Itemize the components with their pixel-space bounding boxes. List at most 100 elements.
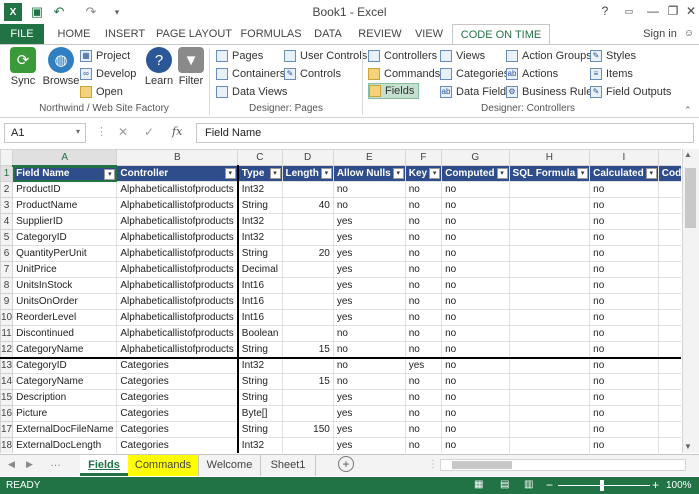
table-cell[interactable]: Int32 xyxy=(238,182,282,198)
table-cell[interactable]: no xyxy=(405,374,441,390)
tab-review[interactable]: REVIEW xyxy=(354,24,406,44)
data-fields-button[interactable]: abData Fields xyxy=(440,84,512,100)
table-cell[interactable]: Categories xyxy=(117,438,238,454)
table-cell[interactable]: CategoryID xyxy=(13,230,117,246)
table-cell[interactable] xyxy=(282,230,333,246)
sheet-tab-fields[interactable]: Fields xyxy=(80,455,128,476)
table-cell[interactable]: QuantityPerUnit xyxy=(13,246,117,262)
table-cell[interactable] xyxy=(282,326,333,342)
controls-button[interactable]: ✎Controls xyxy=(284,66,341,82)
table-cell[interactable]: no xyxy=(405,294,441,310)
table-cell[interactable] xyxy=(282,262,333,278)
table-cell[interactable]: String xyxy=(238,246,282,262)
filter-dropdown-icon[interactable]: ▾ xyxy=(393,168,404,179)
row-header[interactable]: 10 xyxy=(1,310,13,326)
row-header[interactable]: 11 xyxy=(1,326,13,342)
table-cell[interactable]: yes xyxy=(333,262,405,278)
styles-button[interactable]: ✎Styles xyxy=(590,48,636,64)
table-cell[interactable]: String xyxy=(238,342,282,358)
table-cell[interactable]: no xyxy=(442,390,509,406)
table-cell[interactable]: Int32 xyxy=(238,214,282,230)
table-cell[interactable]: no xyxy=(405,230,441,246)
table-cell[interactable]: no xyxy=(590,406,659,422)
filter-dropdown-icon[interactable]: ▾ xyxy=(321,168,332,179)
insert-function-icon[interactable]: fx xyxy=(172,125,182,138)
table-cell[interactable]: Discontinued xyxy=(13,326,117,342)
table-cell[interactable] xyxy=(509,406,590,422)
table-cell[interactable]: UnitPrice xyxy=(13,262,117,278)
name-box-dropdown-icon[interactable]: ▾ xyxy=(76,127,80,136)
column-header-b[interactable]: B xyxy=(117,150,238,166)
table-cell[interactable] xyxy=(658,374,681,390)
table-cell[interactable] xyxy=(509,358,590,374)
table-cell[interactable]: Alphabeticallistofproducts xyxy=(117,214,238,230)
filter-dropdown-icon[interactable]: ▾ xyxy=(429,168,440,179)
table-cell[interactable]: no xyxy=(590,246,659,262)
table-cell[interactable] xyxy=(509,422,590,438)
business-rules-button[interactable]: ⚙Business Rules xyxy=(506,84,598,100)
row-header[interactable]: 8 xyxy=(1,278,13,294)
table-cell[interactable]: no xyxy=(333,358,405,374)
data-views-button[interactable]: Data Views xyxy=(216,84,287,100)
table-cell[interactable] xyxy=(509,262,590,278)
table-cell[interactable]: ProductName xyxy=(13,198,117,214)
table-cell[interactable] xyxy=(509,246,590,262)
develop-button[interactable]: ∞Develop xyxy=(80,66,136,82)
collapse-ribbon-icon[interactable]: ⌃ xyxy=(684,105,692,116)
table-cell[interactable]: yes xyxy=(333,310,405,326)
table-cell[interactable]: Categories xyxy=(117,422,238,438)
table-header-cell[interactable]: Controller▾ xyxy=(117,166,238,182)
enter-icon[interactable]: ✓ xyxy=(144,125,154,139)
table-cell[interactable]: no xyxy=(590,182,659,198)
zoom-in-button[interactable]: + xyxy=(652,478,659,492)
project-button[interactable]: ▦Project xyxy=(80,48,130,64)
table-cell[interactable]: Int32 xyxy=(238,230,282,246)
table-cell[interactable]: no xyxy=(442,262,509,278)
browse-button[interactable]: ◍ Browse xyxy=(42,47,80,87)
table-header-cell[interactable]: Key▾ xyxy=(405,166,441,182)
table-cell[interactable] xyxy=(509,230,590,246)
table-cell[interactable] xyxy=(509,294,590,310)
table-cell[interactable] xyxy=(282,438,333,454)
tab-code-on-time[interactable]: CODE ON TIME xyxy=(452,24,550,45)
table-cell[interactable]: no xyxy=(333,182,405,198)
formula-input[interactable]: Field Name xyxy=(196,123,694,143)
table-cell[interactable]: no xyxy=(442,230,509,246)
table-cell[interactable]: no xyxy=(442,182,509,198)
close-button[interactable]: ✕ xyxy=(678,0,699,22)
table-cell[interactable]: no xyxy=(590,310,659,326)
table-cell[interactable]: no xyxy=(590,390,659,406)
table-cell[interactable] xyxy=(658,326,681,342)
table-cell[interactable] xyxy=(282,406,333,422)
table-cell[interactable]: Categories xyxy=(117,374,238,390)
table-cell[interactable]: Decimal xyxy=(238,262,282,278)
table-cell[interactable]: yes xyxy=(333,422,405,438)
table-cell[interactable]: no xyxy=(405,278,441,294)
row-header[interactable]: 2 xyxy=(1,182,13,198)
table-cell[interactable] xyxy=(282,182,333,198)
table-cell[interactable]: Alphabeticallistofproducts xyxy=(117,246,238,262)
row-header[interactable]: 18 xyxy=(1,438,13,454)
table-cell[interactable] xyxy=(658,438,681,454)
table-cell[interactable]: no xyxy=(405,406,441,422)
filter-dropdown-icon[interactable]: ▾ xyxy=(646,168,657,179)
table-cell[interactable] xyxy=(658,214,681,230)
table-cell[interactable]: no xyxy=(405,342,441,358)
table-cell[interactable] xyxy=(658,262,681,278)
filter-dropdown-icon[interactable]: ▾ xyxy=(225,168,236,179)
zoom-slider-thumb[interactable] xyxy=(600,480,604,491)
table-cell[interactable]: no xyxy=(405,390,441,406)
zoom-level[interactable]: 100% xyxy=(666,480,692,491)
table-cell[interactable]: yes xyxy=(333,246,405,262)
table-cell[interactable]: Int32 xyxy=(238,438,282,454)
worksheet-grid[interactable]: A B C D E F G H I J 1 Field Name▾ Contro… xyxy=(0,149,681,453)
table-cell[interactable]: Alphabeticallistofproducts xyxy=(117,182,238,198)
table-cell[interactable]: 40 xyxy=(282,198,333,214)
table-cell[interactable] xyxy=(509,326,590,342)
table-cell[interactable]: String xyxy=(238,390,282,406)
table-cell[interactable]: yes xyxy=(405,358,441,374)
table-cell[interactable] xyxy=(509,390,590,406)
table-cell[interactable]: no xyxy=(442,358,509,374)
filter-button[interactable]: ▼ Filter xyxy=(172,47,210,87)
controllers-button[interactable]: Controllers xyxy=(368,48,437,64)
